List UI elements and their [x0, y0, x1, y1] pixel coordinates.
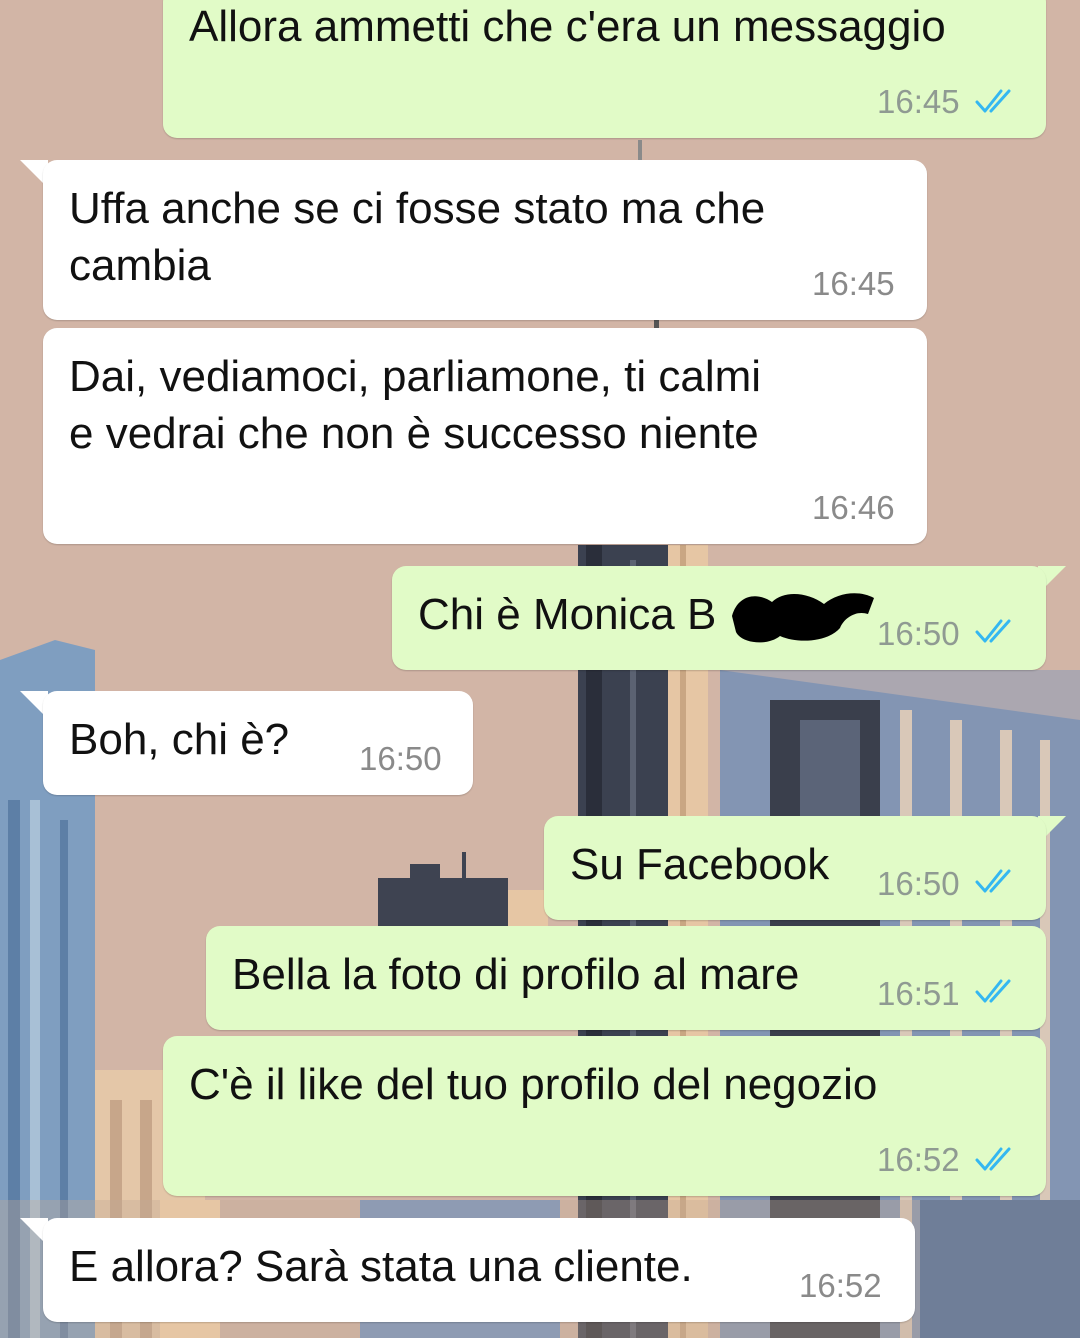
double-check-icon	[975, 1147, 1011, 1171]
message-text: Chi è Monica B	[418, 590, 717, 639]
message-timestamp: 16:50	[877, 615, 960, 652]
double-check-icon	[975, 619, 1011, 643]
message-timestamp: 16:45	[812, 265, 895, 302]
double-check-icon	[975, 869, 1011, 893]
message-timestamp: 16:50	[359, 740, 442, 777]
message-text: C'è il like del tuo profilo del negozio	[189, 1060, 878, 1109]
message-bubble-outgoing[interactable]: Su Facebook 16:50	[544, 816, 1046, 920]
message-timestamp: 16:45	[877, 83, 960, 120]
redaction-scribble	[732, 593, 874, 643]
message-bubble-incoming[interactable]: Dai, vediamoci, parliamone, ti calmi e v…	[43, 328, 927, 544]
message-bubble-outgoing[interactable]: Chi è Monica B 16:50	[392, 566, 1046, 670]
message-bubble-incoming[interactable]: Boh, chi è? 16:50	[43, 691, 473, 795]
double-check-icon	[975, 979, 1011, 1003]
message-text: Su Facebook	[570, 840, 830, 889]
message-bubble-incoming[interactable]: E allora? Sarà stata una cliente. 16:52	[43, 1218, 915, 1322]
message-bubble-outgoing[interactable]: C'è il like del tuo profilo del negozio …	[163, 1036, 1046, 1196]
message-timestamp: 16:52	[799, 1267, 882, 1304]
message-text-line: cambia	[69, 241, 211, 290]
message-bubble-outgoing[interactable]: Allora ammetti che c'era un messaggio 16…	[163, 0, 1046, 138]
message-timestamp: 16:52	[877, 1141, 960, 1178]
message-timestamp: 16:46	[812, 489, 895, 526]
message-bubble-outgoing[interactable]: Bella la foto di profilo al mare 16:51	[206, 926, 1046, 1030]
message-text: Boh, chi è?	[69, 715, 290, 764]
double-check-icon	[975, 89, 1011, 113]
message-bubble-incoming[interactable]: Uffa anche se ci fosse stato ma che camb…	[43, 160, 927, 320]
message-text: Bella la foto di profilo al mare	[232, 950, 800, 999]
message-text-line: Dai, vediamoci, parliamone, ti calmi	[69, 352, 762, 401]
message-text: E allora? Sarà stata una cliente.	[69, 1242, 693, 1291]
message-text-line: Uffa anche se ci fosse stato ma che	[69, 184, 766, 233]
message-timestamp: 16:51	[877, 975, 960, 1012]
message-timestamp: 16:50	[877, 865, 960, 902]
message-text: Allora ammetti che c'era un messaggio	[189, 2, 946, 51]
message-text-line: e vedrai che non è successo niente	[69, 409, 759, 458]
